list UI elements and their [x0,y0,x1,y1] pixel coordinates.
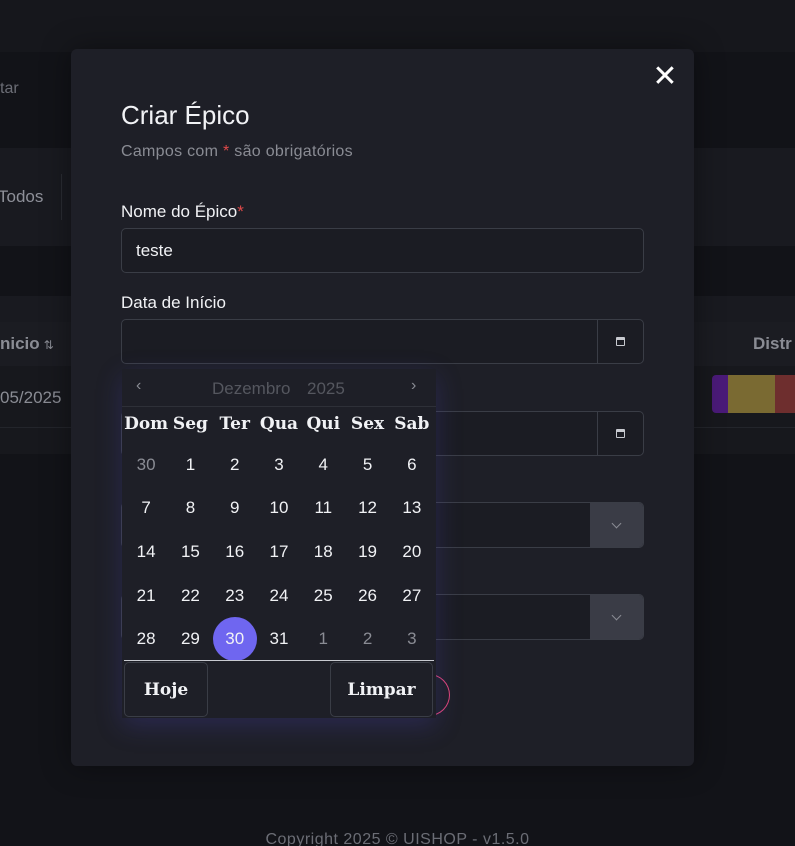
chevron-down-icon [611,518,622,528]
calendar-day[interactable]: 22 [168,574,212,618]
calendar-day[interactable]: 1 [301,617,345,661]
calendar-day[interactable]: 4 [301,443,345,487]
prev-month-icon[interactable]: ‹ [136,377,141,395]
date-picker-header: ‹ Dezembro 2025 › [122,369,436,407]
tab-label: Todos [0,187,44,206]
row-start-date: 05/2025 [0,388,62,407]
calendar-day[interactable]: 27 [390,574,434,618]
date-picker-popup: ‹ Dezembro 2025 › Dom Seg Ter Qua Qui Se… [122,369,436,718]
footer-copyright: Copyright 2025 © UISHOP - v1.5.0 [265,831,530,846]
tab-todos[interactable]: Todos [0,174,62,220]
calendar-day[interactable]: 2 [213,443,257,487]
calendar-grid: 30 1 2 3 4 5 6 7 8 9 10 11 12 13 14 15 1… [124,443,434,661]
dropdown-button[interactable] [590,503,643,547]
weekday-label: Qua [259,414,299,434]
month-selector[interactable]: Dezembro [212,379,290,399]
calendar-day[interactable]: 3 [257,443,301,487]
app-page: tar Todos nicio ⇅ Distr 05/2025 Copyright… [0,0,795,846]
calendar-day[interactable]: 16 [213,530,257,574]
epic-name-label: Nome do Épico* [121,202,244,221]
calendar-day[interactable]: 2 [345,617,389,661]
calendar-week: 14 15 16 17 18 19 20 [124,530,434,574]
date-picker-footer: Hoje Limpar [124,660,434,717]
calendar-day[interactable]: 8 [168,487,212,531]
dropdown-button[interactable] [590,595,643,639]
calendar-day[interactable]: 18 [301,530,345,574]
modal-subtitle: Campos com * são obrigatórios [121,143,353,160]
calendar-day[interactable]: 15 [168,530,212,574]
weekday-label: Qui [306,414,341,434]
epic-name-input[interactable]: teste [121,228,644,273]
calendar-day[interactable]: 14 [124,530,168,574]
calendar-day[interactable]: 10 [257,487,301,531]
calendar-icon [616,429,625,438]
chevron-down-icon [611,610,622,620]
calendar-day[interactable]: 12 [345,487,389,531]
calendar-day[interactable]: 17 [257,530,301,574]
calendar-day[interactable]: 29 [168,617,212,661]
weekday-label: Ter [219,414,250,434]
calendar-day[interactable]: 23 [213,574,257,618]
column-header-start[interactable]: nicio ⇅ [0,334,54,354]
calendar-icon [616,337,625,346]
distribution-bar [712,375,795,413]
calendar-day[interactable]: 13 [390,487,434,531]
column-header-distribution: Distr [753,334,792,353]
calendar-day[interactable]: 11 [301,487,345,531]
calendar-day[interactable]: 5 [345,443,389,487]
calendar-day[interactable]: 28 [124,617,168,661]
calendar-day[interactable]: 31 [257,617,301,661]
calendar-day[interactable]: 24 [257,574,301,618]
clear-button[interactable]: Limpar [330,662,433,717]
calendar-week: 30 1 2 3 4 5 6 [124,443,434,487]
calendar-week: 21 22 23 24 25 26 27 [124,574,434,618]
top-bar [0,0,795,52]
calendar-day-selected[interactable]: 30 [212,616,258,661]
start-date-label: Data de Início [121,293,226,312]
calendar-day[interactable]: 30 [124,443,168,487]
today-button[interactable]: Hoje [124,662,208,717]
start-date-input[interactable] [121,319,644,364]
close-icon[interactable]: ✕ [650,62,680,92]
next-month-icon[interactable]: › [411,377,416,395]
calendar-day[interactable]: 26 [345,574,389,618]
calendar-button[interactable] [597,412,643,455]
modal-title: Criar Épico [121,100,250,130]
year-selector[interactable]: 2025 [307,379,345,399]
weekday-header: Dom Seg Ter Qua Qui Sex Sab [124,414,434,434]
calendar-day[interactable]: 19 [345,530,389,574]
filter-label: tar [0,80,19,97]
calendar-day[interactable]: 20 [390,530,434,574]
calendar-week: 28 29 30 31 1 2 3 [124,616,434,661]
weekday-label: Dom [124,414,169,434]
weekday-label: Sab [394,414,430,434]
calendar-day[interactable]: 1 [168,443,212,487]
calendar-day[interactable]: 6 [390,443,434,487]
weekday-label: Sex [350,414,385,434]
weekday-label: Seg [172,414,208,434]
calendar-day[interactable]: 7 [124,487,168,531]
calendar-button[interactable] [597,320,643,363]
calendar-day[interactable]: 21 [124,574,168,618]
sort-icon[interactable]: ⇅ [44,338,54,352]
calendar-day[interactable]: 3 [390,617,434,661]
calendar-day[interactable]: 25 [301,574,345,618]
calendar-week: 7 8 9 10 11 12 13 [124,487,434,531]
calendar-day[interactable]: 9 [213,487,257,531]
